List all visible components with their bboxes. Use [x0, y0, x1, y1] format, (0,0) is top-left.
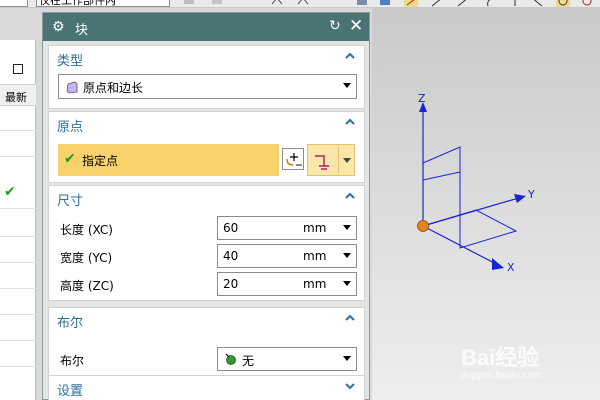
toolbar-icon[interactable]	[210, 0, 224, 7]
wcs-plane-xy	[422, 172, 518, 249]
height-label: 高度 (ZC)	[60, 279, 114, 293]
length-value: 60	[223, 221, 239, 235]
selection-filter-value: 仅在工作部件内	[39, 0, 116, 7]
top-toolbar: 仅在工作部件内	[0, 0, 600, 8]
width-value: 40	[223, 249, 239, 263]
dropdown-arrow-icon	[343, 158, 351, 163]
width-input[interactable]: 40 mm	[217, 244, 357, 268]
length-unit: mm	[303, 221, 327, 235]
point-constructor-icon	[286, 153, 302, 166]
origin-point-handle[interactable]	[417, 220, 429, 232]
point-dialog-button[interactable]	[282, 148, 304, 170]
section-boolean-header[interactable]: 布尔	[49, 308, 364, 332]
dialog-title: 块	[75, 23, 89, 38]
y-axis-arrow	[514, 194, 526, 203]
section-boolean: 布尔 布尔 无	[48, 307, 365, 379]
dialog-titlebar[interactable]: ⚙ 块 ↻ ✕	[43, 13, 369, 41]
gear-icon[interactable]: ⚙	[52, 19, 65, 35]
snap-circle-icon[interactable]	[556, 0, 570, 7]
section-settings-header[interactable]: 设置	[49, 376, 364, 400]
height-unit: mm	[303, 277, 327, 291]
z-axis-label: Z	[418, 92, 426, 105]
watermark-brand: Bai经验	[461, 345, 540, 370]
section-type-label: 类型	[57, 54, 84, 69]
width-label: 宽度 (YC)	[60, 251, 113, 265]
section-origin-label: 原点	[57, 120, 84, 135]
boolean-dropdown-value: 无	[242, 354, 255, 368]
section-settings: 设置	[48, 375, 365, 400]
length-input[interactable]: 60 mm	[217, 216, 357, 240]
chevron-up-icon[interactable]	[344, 311, 356, 325]
x-axis-line	[422, 225, 501, 267]
inferred-point-dropdown[interactable]	[307, 144, 355, 176]
section-origin-header[interactable]: 原点	[49, 112, 364, 136]
boolean-label: 布尔	[60, 354, 85, 368]
snap-icon[interactable]	[530, 0, 544, 7]
length-label: 长度 (XC)	[60, 223, 113, 237]
close-icon[interactable]: ✕	[349, 16, 363, 36]
toolbar-icon[interactable]	[296, 0, 310, 7]
view-cube-icon[interactable]	[355, 0, 369, 7]
column-header-latest: 最新	[5, 91, 27, 104]
graphics-viewport[interactable]: Z Y X Bai经验 jingyan.baidu.com	[372, 8, 600, 400]
section-dimensions-header[interactable]: 尺寸	[49, 186, 364, 210]
section-origin: 原点 ✔ 指定点	[48, 111, 365, 183]
section-boolean-label: 布尔	[57, 316, 84, 331]
snap-point-icon[interactable]	[404, 0, 418, 7]
section-dimensions: 尺寸 长度 (XC) 60 mm 宽度 (YC) 40 mm 高度 (ZC) 2…	[48, 185, 365, 301]
type-dropdown[interactable]: 原点和边长	[58, 74, 357, 99]
chevron-up-icon[interactable]	[344, 49, 356, 63]
part-navigator-panel: 最新 ✔	[0, 40, 36, 400]
section-settings-label: 设置	[57, 384, 84, 399]
panel-box-icon[interactable]	[13, 64, 23, 74]
toolbar-dropdown-left[interactable]	[0, 0, 28, 7]
snap-arc-icon[interactable]	[484, 0, 498, 7]
toolbar-icon[interactable]	[182, 0, 196, 7]
check-icon: ✔	[64, 151, 76, 167]
snap-circle-icon[interactable]	[580, 0, 594, 7]
watermark-url: jingyan.baidu.com	[461, 370, 542, 381]
section-dimensions-label: 尺寸	[57, 194, 84, 209]
dropdown-arrow-icon[interactable]	[343, 281, 351, 286]
y-axis-label: Y	[527, 188, 535, 201]
reset-icon[interactable]: ↻	[329, 18, 341, 34]
snap-line-icon[interactable]	[456, 0, 470, 7]
wcs-plane-xz	[422, 146, 461, 236]
section-type: 类型 原点和边长	[48, 45, 365, 109]
type-dropdown-value: 原点和边长	[83, 81, 144, 95]
boolean-dropdown[interactable]: 无	[217, 347, 357, 371]
dropdown-arrow-icon	[343, 83, 351, 88]
height-input[interactable]: 20 mm	[217, 272, 357, 296]
snap-line-icon[interactable]	[430, 0, 444, 7]
dropdown-arrow-icon[interactable]	[343, 225, 351, 230]
width-unit: mm	[303, 249, 327, 263]
chevron-up-icon[interactable]	[344, 189, 356, 203]
toolbar-icon[interactable]	[270, 0, 284, 7]
boolean-none-icon	[225, 353, 236, 365]
x-axis-arrow	[492, 258, 504, 270]
selection-filter-dropdown[interactable]: 仅在工作部件内	[36, 0, 170, 7]
dropdown-arrow-icon[interactable]	[343, 253, 351, 258]
x-axis-label: X	[507, 261, 515, 274]
inferred-point-icon	[315, 155, 329, 170]
check-icon: ✔	[4, 184, 16, 200]
height-value: 20	[223, 277, 239, 291]
section-type-header[interactable]: 类型	[49, 46, 364, 70]
snap-icon[interactable]	[508, 0, 522, 7]
chevron-up-icon[interactable]	[344, 115, 356, 129]
block-type-icon	[66, 81, 78, 94]
dropdown-arrow-icon	[343, 356, 351, 361]
chevron-down-icon[interactable]	[344, 379, 356, 393]
block-dialog: ⚙ 块 ↻ ✕ 类型 原点和边长 原点 ✔ 指定点 尺寸 长度 (XC) 60 …	[42, 12, 370, 400]
specify-point-label: 指定点	[82, 154, 119, 168]
specify-point-row[interactable]: ✔ 指定点	[58, 144, 279, 176]
shaded-view-icon[interactable]	[378, 0, 392, 7]
navigator-column-header[interactable]: 最新	[0, 84, 36, 106]
baidu-watermark: Bai经验 jingyan.baidu.com	[461, 340, 597, 392]
